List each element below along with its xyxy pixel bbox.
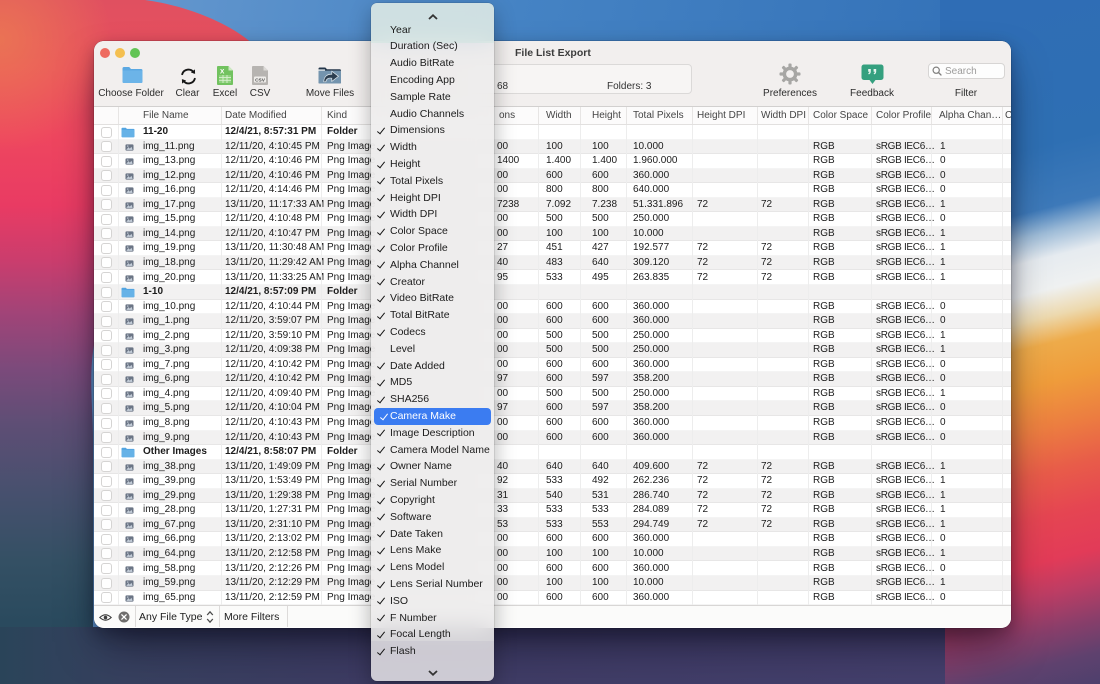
svg-text:X: X: [220, 68, 225, 75]
svg-text:CSV: CSV: [255, 77, 266, 83]
